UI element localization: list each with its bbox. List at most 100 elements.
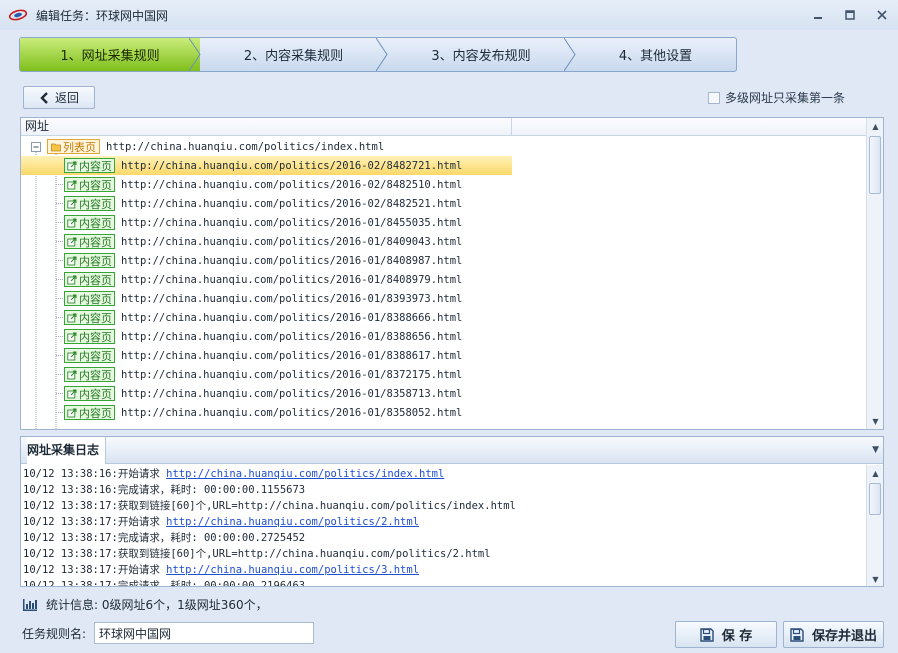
- back-button[interactable]: 返回: [23, 86, 95, 109]
- wizard-step-3[interactable]: 3、内容发布规则: [387, 38, 576, 71]
- log-line: 10/12 13:38:17:获取到链接[60]个,URL=http://chi…: [23, 546, 491, 562]
- content-page-tag-label: 内容页: [79, 178, 112, 192]
- bar-chart-icon: [23, 598, 37, 611]
- minimize-button[interactable]: [808, 6, 828, 24]
- tree-child-row[interactable]: 内容页 http://china.huanqiu.com/politics/201…: [21, 289, 512, 308]
- tree-child-row[interactable]: 内容页 http://china.huanqiu.com/politics/201…: [21, 232, 512, 251]
- tree-child-row[interactable]: 内容页 http://china.huanqiu.com/politics/201…: [21, 365, 512, 384]
- tree-child-row[interactable]: 内容页 http://china.huanqiu.com/politics/201…: [21, 403, 512, 422]
- chevron-left-icon: [40, 91, 48, 104]
- content-page-tag: 内容页: [64, 196, 115, 211]
- folder-icon: [51, 143, 61, 151]
- content-page-tag-label: 内容页: [79, 330, 112, 344]
- tree-header: 网址: [21, 118, 883, 136]
- wizard-step-1[interactable]: 1、网址采集规则: [20, 38, 201, 71]
- scroll-up-arrow-icon[interactable]: ▲: [867, 465, 883, 481]
- tree-scroll-thumb[interactable]: [869, 136, 881, 194]
- log-header: 网址采集日志 ▼: [21, 437, 883, 464]
- log-text: 10/12 13:38:17:开始请求: [23, 564, 167, 576]
- external-link-icon: [67, 256, 77, 265]
- url-column-header[interactable]: 网址: [21, 118, 512, 135]
- scroll-up-arrow-icon[interactable]: ▲: [867, 118, 883, 134]
- content-page-tag: 内容页: [64, 253, 115, 268]
- scroll-down-arrow-icon[interactable]: ▼: [867, 413, 883, 429]
- log-collapse-icon[interactable]: ▼: [872, 445, 879, 455]
- log-link[interactable]: http://china.huanqiu.com/politics/2.html: [166, 516, 419, 528]
- content-page-tag-label: 内容页: [79, 406, 112, 420]
- external-link-icon: [67, 199, 77, 208]
- external-link-icon: [67, 237, 77, 246]
- tree-child-row[interactable]: 内容页 http://china.huanqiu.com/politics/201…: [21, 175, 512, 194]
- log-text: 10/12 13:38:17:开始请求: [23, 516, 167, 528]
- log-line: 10/12 13:38:17:开始请求 http://china.huanqiu…: [23, 514, 419, 530]
- tree-vertical-scrollbar[interactable]: ▲ ▼: [866, 118, 883, 429]
- child-url: http://china.huanqiu.com/politics/2016-0…: [121, 178, 463, 191]
- save-icon: [700, 627, 714, 642]
- log-scroll-thumb[interactable]: [869, 483, 881, 515]
- log-text: 10/12 13:38:17:完成请求，耗时: 00:00:00.2196463: [23, 580, 306, 587]
- child-url: http://china.huanqiu.com/politics/2016-0…: [121, 159, 463, 172]
- external-link-icon: [67, 332, 77, 341]
- tree-child-row[interactable]: 内容页 http://china.huanqiu.com/politics/201…: [21, 308, 512, 327]
- root-url: http://china.huanqiu.com/politics/index.…: [106, 140, 385, 153]
- tree-root-row[interactable]: 列表页 http://china.huanqiu.com/politics/in…: [21, 137, 512, 156]
- child-url: http://china.huanqiu.com/politics/2016-0…: [121, 197, 463, 210]
- log-line: 10/12 13:38:16:开始请求 http://china.huanqiu…: [23, 466, 444, 482]
- log-vertical-scrollbar[interactable]: ▲ ▼: [866, 465, 883, 586]
- child-url: http://china.huanqiu.com/politics/2016-0…: [121, 406, 463, 419]
- tree-child-row[interactable]: 内容页 http://china.huanqiu.com/politics/201…: [21, 194, 512, 213]
- list-page-tag-label: 列表页: [63, 140, 96, 154]
- maximize-button[interactable]: [840, 6, 860, 24]
- content-page-tag: 内容页: [64, 405, 115, 420]
- content-page-tag-label: 内容页: [79, 216, 112, 230]
- tree-child-row[interactable]: 内容页 http://china.huanqiu.com/politics/201…: [21, 251, 512, 270]
- content-page-tag-label: 内容页: [79, 159, 112, 173]
- content-page-tag-label: 内容页: [79, 254, 112, 268]
- child-url: http://china.huanqiu.com/politics/2016-0…: [121, 387, 463, 400]
- child-url: http://china.huanqiu.com/politics/2016-0…: [121, 311, 463, 324]
- wizard-step-label: 4、其他设置: [618, 49, 693, 64]
- external-link-icon: [67, 370, 77, 379]
- external-link-icon: [67, 313, 77, 322]
- wizard-step-2[interactable]: 2、内容采集规则: [200, 38, 388, 71]
- app-logo-icon: [6, 3, 30, 27]
- log-link[interactable]: http://china.huanqiu.com/politics/3.html: [166, 564, 419, 576]
- stats-bar: 统计信息: 0级网址6个，1级网址360个，: [22, 596, 268, 613]
- scroll-down-arrow-icon[interactable]: ▼: [867, 571, 883, 586]
- multi-level-checkbox-label: 多级网址只采集第一条: [725, 91, 846, 105]
- save-button-label: 保 存: [721, 629, 753, 644]
- log-line: 10/12 13:38:16:完成请求，耗时: 00:00:00.1155673: [23, 482, 305, 498]
- content-page-tag: 内容页: [64, 386, 115, 401]
- tree-child-row-selected[interactable]: 内容页 http://china.huanqiu.com/politics/201…: [21, 156, 512, 175]
- external-link-icon: [67, 294, 77, 303]
- tree-child-row[interactable]: 内容页 http://china.huanqiu.com/politics/201…: [21, 346, 512, 365]
- close-button[interactable]: [872, 6, 892, 24]
- log-text: 10/12 13:38:17:获取到链接[60]个,URL=http://chi…: [23, 548, 491, 560]
- content-page-tag: 内容页: [64, 291, 115, 306]
- tree-child-row[interactable]: 内容页 http://china.huanqiu.com/politics/201…: [21, 213, 512, 232]
- task-name-label: 任务规则名:: [22, 626, 87, 641]
- multi-level-option[interactable]: 多级网址只采集第一条: [708, 89, 845, 106]
- wizard-step-label: 3、内容发布规则: [431, 49, 531, 64]
- log-line: 10/12 13:38:17:开始请求 http://china.huanqiu…: [23, 562, 419, 578]
- wizard-step-4[interactable]: 4、其他设置: [575, 38, 736, 71]
- log-link[interactable]: http://china.huanqiu.com/politics/index.…: [166, 468, 444, 480]
- external-link-icon: [67, 389, 77, 398]
- tree-child-row[interactable]: 内容页 http://china.huanqiu.com/politics/201…: [21, 327, 512, 346]
- multi-level-checkbox[interactable]: [708, 91, 720, 104]
- task-name-input[interactable]: [94, 622, 315, 644]
- wizard-steps: 1、网址采集规则 2、内容采集规则 3、内容发布规则 4、其他设置: [19, 37, 737, 72]
- external-link-icon: [67, 161, 77, 170]
- collapse-toggle-icon[interactable]: [31, 141, 41, 152]
- log-line: 10/12 13:38:17:完成请求，耗时: 00:00:00.2725452: [23, 530, 305, 546]
- tree-child-row[interactable]: 内容页 http://china.huanqiu.com/politics/201…: [21, 384, 512, 403]
- content-page-tag-label: 内容页: [79, 387, 112, 401]
- content-page-tag-label: 内容页: [79, 235, 112, 249]
- url-tree-panel: 网址 列表页 http://china.huanqiu.com/politics…: [20, 117, 884, 430]
- save-exit-button[interactable]: 保存并退出: [783, 621, 884, 648]
- save-button[interactable]: 保 存: [675, 621, 777, 648]
- content-page-tag: 内容页: [64, 272, 115, 287]
- tree-child-row[interactable]: 内容页 http://china.huanqiu.com/politics/201…: [21, 270, 512, 289]
- log-tab[interactable]: 网址采集日志: [27, 437, 107, 464]
- content-page-tag: 内容页: [64, 367, 115, 382]
